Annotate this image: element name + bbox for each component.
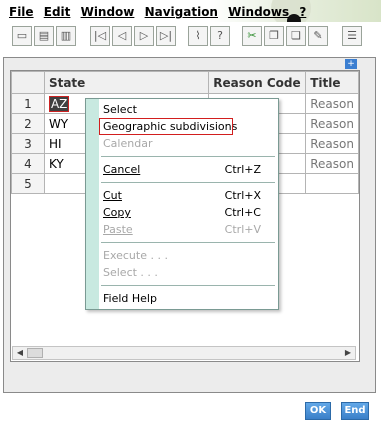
header-row: State Reason Code Title <box>11 71 359 94</box>
row-number: 3 <box>11 133 45 154</box>
menu-item-select-more[interactable]: Select . . . <box>103 265 273 281</box>
column-header-title[interactable]: Title <box>305 71 359 94</box>
menu-separator <box>101 285 275 286</box>
tools-icon[interactable]: ✂ <box>242 26 262 46</box>
last-record-icon[interactable]: ▷| <box>156 26 176 46</box>
ok-button[interactable]: OK <box>305 402 331 420</box>
attach-icon[interactable]: ⌇ <box>188 26 208 46</box>
menu-separator <box>101 182 275 183</box>
title-cell[interactable]: Reason <box>305 153 359 174</box>
menu-separator <box>101 242 275 243</box>
menu-item-cancel[interactable]: Cancel Ctrl+Z <box>103 162 273 178</box>
column-header-state[interactable]: State <box>43 71 210 94</box>
menu-item-copy[interactable]: Copy Ctrl+C <box>103 205 273 221</box>
menu-item-paste[interactable]: Paste Ctrl+V <box>103 222 273 238</box>
expand-icon[interactable]: + <box>345 59 357 69</box>
print-icon[interactable]: ▤ <box>34 26 54 46</box>
context-menu: Select Geographic subdivisions Calendar … <box>85 98 279 310</box>
title-cell[interactable]: Reason <box>305 93 359 114</box>
copy-window-icon[interactable]: ❐ <box>264 26 284 46</box>
state-value[interactable]: AZ <box>49 96 69 111</box>
menu-item-field-help[interactable]: Field Help <box>103 291 273 307</box>
menu-windows[interactable]: Windows <box>228 5 289 19</box>
end-button[interactable]: End <box>341 402 369 420</box>
menu-edit[interactable]: Edit <box>44 5 71 19</box>
help-icon[interactable]: ? <box>210 26 230 46</box>
print-preview-icon[interactable]: ▥ <box>56 26 76 46</box>
scroll-left-icon[interactable]: ◀ <box>14 348 26 358</box>
menu-help[interactable]: ? <box>299 5 306 19</box>
menu-navigation[interactable]: Navigation <box>145 5 218 19</box>
row-number: 4 <box>11 153 45 174</box>
previous-record-icon[interactable]: ◁ <box>112 26 132 46</box>
edit-icon[interactable]: ✎ <box>308 26 328 46</box>
first-record-icon[interactable]: |◁ <box>90 26 110 46</box>
title-cell[interactable]: Reason <box>305 113 359 134</box>
row-number: 1 <box>11 93 45 114</box>
toolbar: ▭ ▤ ▥ |◁ ◁ ▷ ▷| ⌇ ? ✂ ❐ ❏ ✎ ☰ <box>0 22 381 52</box>
list-icon[interactable]: ☰ <box>342 26 362 46</box>
row-number-header <box>11 71 45 94</box>
column-header-reason-code[interactable]: Reason Code <box>208 71 307 94</box>
menu-window[interactable]: Window <box>81 5 135 19</box>
title-cell[interactable] <box>305 173 359 194</box>
duplicate-icon[interactable]: ❏ <box>286 26 306 46</box>
menu-bar: File Edit Window Navigation Windows ? <box>0 0 381 22</box>
scroll-thumb[interactable] <box>27 348 43 358</box>
menu-item-select[interactable]: Select <box>103 102 273 118</box>
menu-item-geographic-subdivisions[interactable]: Geographic subdivisions <box>103 119 273 135</box>
context-menu-gutter <box>86 99 99 309</box>
menu-item-cut[interactable]: Cut Ctrl+X <box>103 188 273 204</box>
save-icon[interactable]: ▭ <box>12 26 32 46</box>
menu-separator <box>101 156 275 157</box>
next-record-icon[interactable]: ▷ <box>134 26 154 46</box>
row-number: 5 <box>11 173 45 194</box>
title-cell[interactable]: Reason <box>305 133 359 154</box>
horizontal-scrollbar[interactable]: ◀ ▶ <box>12 346 356 360</box>
row-number: 2 <box>11 113 45 134</box>
scroll-right-icon[interactable]: ▶ <box>342 348 354 358</box>
menu-file[interactable]: File <box>9 5 34 19</box>
menu-item-calendar[interactable]: Calendar <box>103 136 273 152</box>
menu-item-execute[interactable]: Execute . . . <box>103 248 273 264</box>
